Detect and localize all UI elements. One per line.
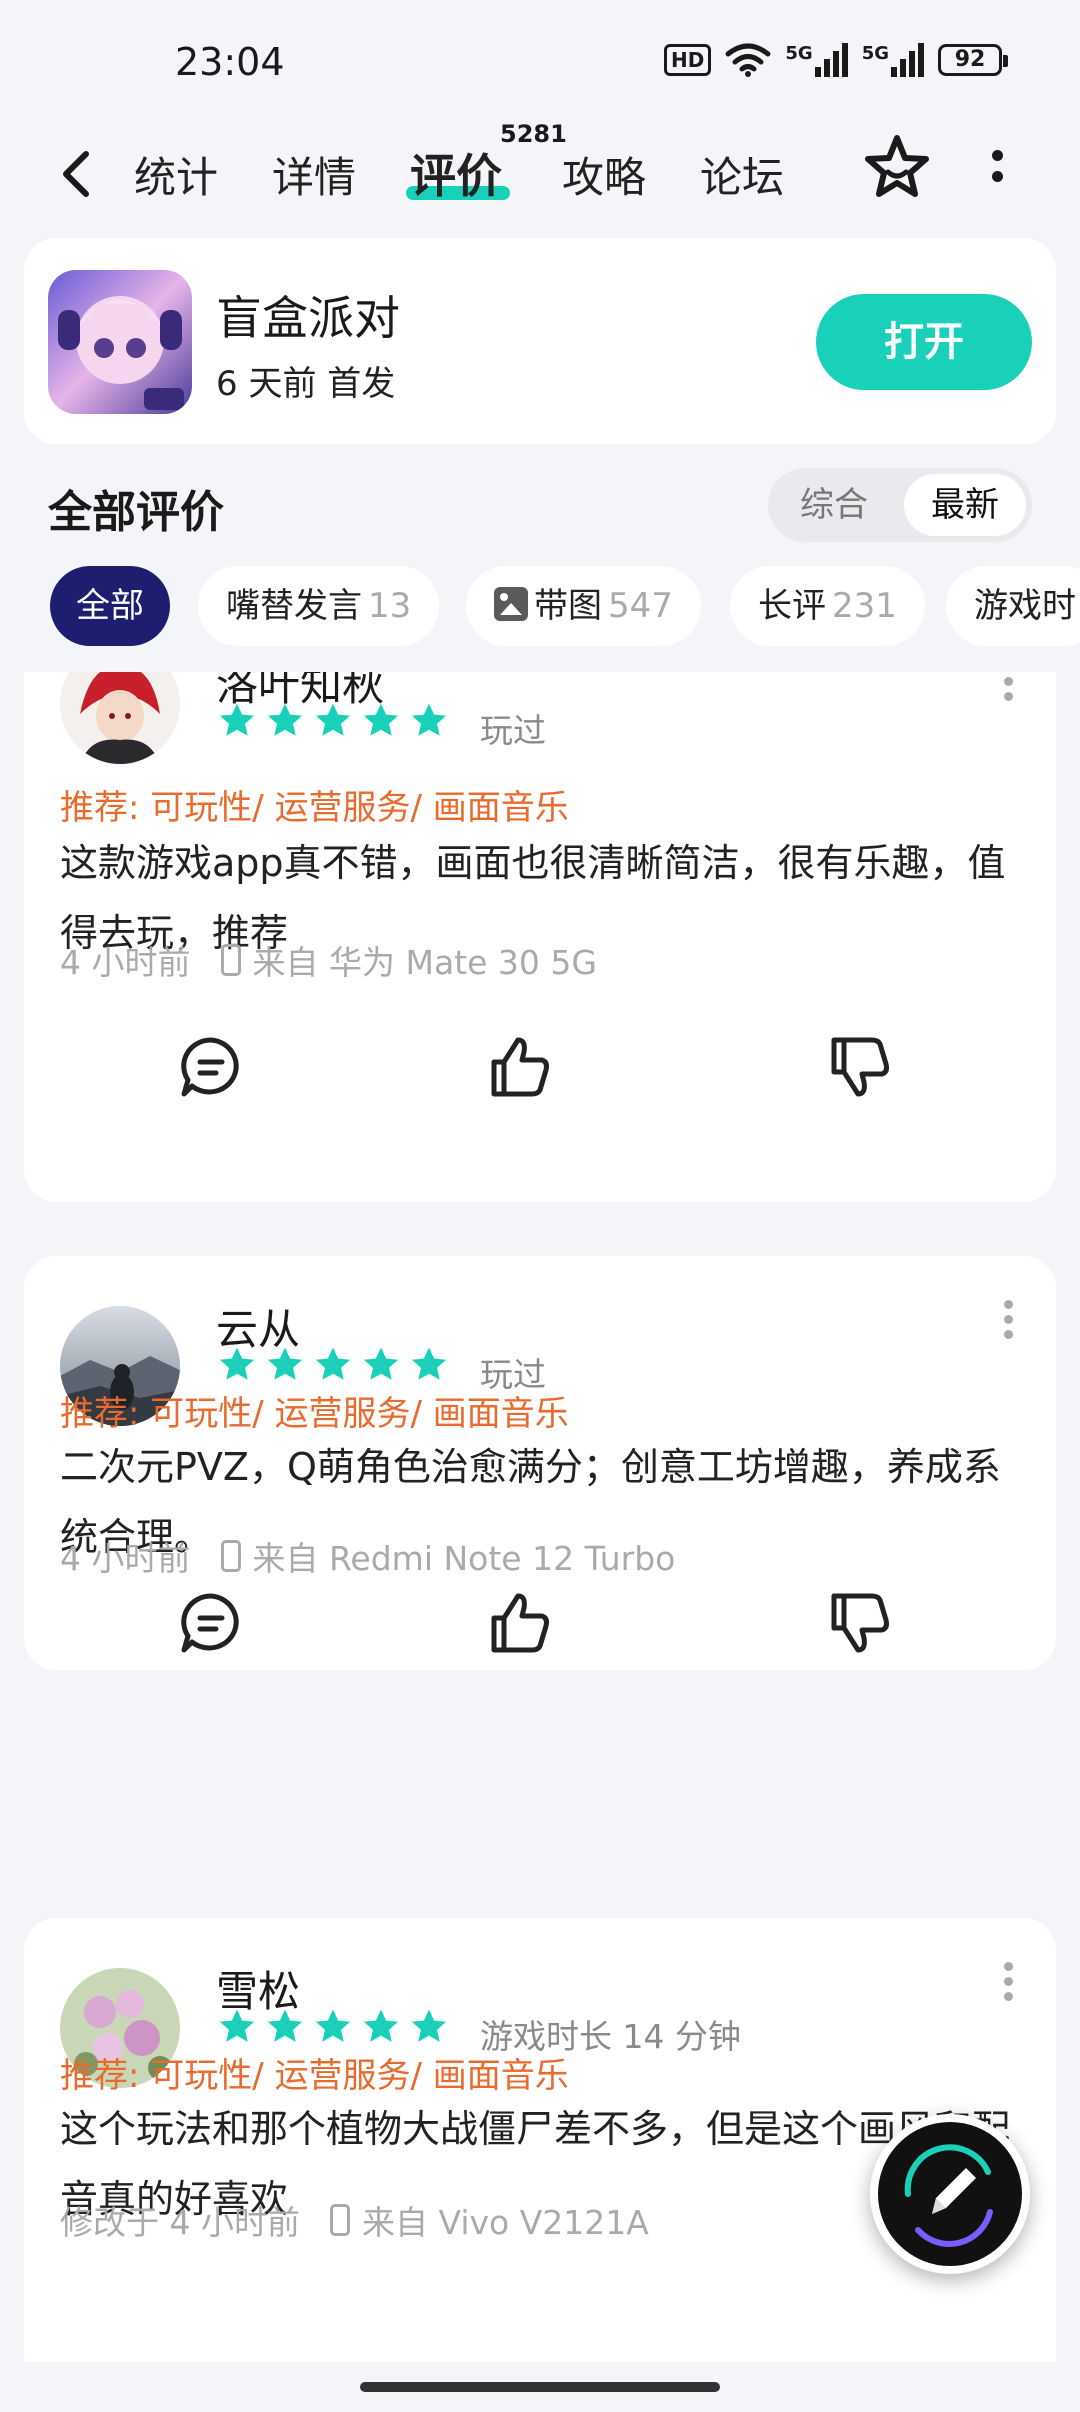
image-icon: [494, 587, 528, 621]
review-card: 云从 玩过 推荐: 可玩性/ 运营服务/ 画面音乐 二次元PVZ，Q萌角色治愈满…: [24, 1256, 1056, 1670]
tab-details[interactable]: 详情: [272, 144, 356, 205]
game-release-info: 6 天前 首发: [216, 364, 396, 404]
home-indicator[interactable]: [360, 2382, 720, 2392]
review-time: 4 小时前: [60, 1539, 191, 1578]
review-device: 来自 华为 Mate 30 5G: [252, 943, 597, 982]
avatar[interactable]: [60, 672, 180, 764]
tab-forum[interactable]: 论坛: [700, 144, 784, 205]
star-icon: [315, 703, 351, 736]
pencil-icon: [904, 2144, 993, 2247]
phone-icon: [220, 944, 241, 976]
sort-latest[interactable]: 最新: [904, 474, 1026, 536]
review-card: 洛叶知秋 玩过 推荐: 可玩性/ 运营服务/ 画面音乐 这款游戏app真不错，画…: [24, 672, 1056, 1202]
filter-chip-all[interactable]: 全部: [50, 566, 170, 646]
tab-stats[interactable]: 统计: [134, 144, 218, 205]
star-icon: [267, 2009, 303, 2042]
write-review-button[interactable]: [870, 2114, 1030, 2274]
star-icon: [363, 2009, 399, 2042]
star-icon: [363, 703, 399, 736]
battery-icon: 92: [938, 44, 1008, 76]
favorite-star-icon[interactable]: [862, 132, 932, 202]
back-arrow-icon[interactable]: [52, 144, 102, 204]
review-more-icon[interactable]: [1004, 1300, 1016, 1345]
section-title: 全部评价: [48, 487, 224, 538]
review-count-badge: 5281: [500, 120, 567, 148]
signal-1-icon: 5G: [785, 43, 848, 77]
review-actions: [24, 1032, 1056, 1102]
review-meta: 4 小时前 来自 华为 Mate 30 5G: [60, 936, 597, 984]
star-icon: [315, 1347, 351, 1380]
phone-icon: [220, 1540, 241, 1572]
review-time: 4 小时前: [60, 943, 191, 982]
review-device: 来自 Redmi Note 12 Turbo: [252, 1539, 676, 1578]
wifi-icon: [725, 43, 771, 77]
tab-reviews[interactable]: 评价: [410, 140, 502, 206]
rating-stars: [216, 700, 450, 742]
status-bar: 23:04 HD 5G 5G 92: [0, 0, 1080, 120]
game-icon[interactable]: [48, 270, 192, 414]
star-icon: [315, 2009, 351, 2042]
review-meta: 4 小时前 来自 Redmi Note 12 Turbo: [60, 1532, 675, 1580]
sort-comprehensive[interactable]: 综合: [778, 474, 890, 536]
phone-icon: [329, 2204, 350, 2236]
more-options-icon[interactable]: [985, 146, 1009, 196]
tab-guides[interactable]: 攻略: [562, 144, 646, 205]
star-icon: [411, 703, 447, 736]
recommend-tags: 推荐: 可玩性/ 运营服务/ 画面音乐: [60, 1394, 569, 1434]
review-actions: [24, 1588, 1056, 1658]
rating-stars: [216, 1344, 450, 1386]
filter-chips: 全部 嘴替发言 13 带图 547 长评 231 游戏时: [0, 566, 1080, 646]
game-name: 盲盒派对: [216, 291, 400, 345]
play-status: 玩过: [480, 711, 546, 750]
review-meta: 修改于 4 小时前 来自 Vivo V2121A: [60, 2196, 649, 2244]
game-header-card: 盲盒派对 6 天前 首发 打开: [24, 238, 1056, 444]
star-icon: [363, 1347, 399, 1380]
star-icon: [411, 1347, 447, 1380]
filter-chip-long[interactable]: 长评 231: [730, 566, 925, 646]
recommend-tags: 推荐: 可玩性/ 运营服务/ 画面音乐: [60, 2056, 569, 2096]
star-icon: [267, 1347, 303, 1380]
comment-icon[interactable]: [176, 1588, 246, 1658]
star-icon: [411, 2009, 447, 2042]
review-time: 修改于 4 小时前: [60, 2203, 300, 2242]
star-icon: [267, 703, 303, 736]
top-nav: 统计 详情 评价 5281 攻略 论坛: [0, 120, 1080, 230]
review-more-icon[interactable]: [1004, 672, 1016, 707]
rating-stars: [216, 2006, 450, 2048]
comment-icon[interactable]: [176, 1032, 246, 1102]
filter-chip-quotes[interactable]: 嘴替发言 13: [198, 566, 440, 646]
sort-toggle: 综合 最新: [768, 468, 1032, 542]
filter-chip-playtime[interactable]: 游戏时: [946, 566, 1080, 646]
filter-chip-images[interactable]: 带图 547: [466, 566, 701, 646]
star-icon: [219, 703, 255, 736]
star-icon: [219, 1347, 255, 1380]
status-icons: HD 5G 5G 92: [664, 42, 1008, 78]
review-feed[interactable]: 洛叶知秋 玩过 推荐: 可玩性/ 运营服务/ 画面音乐 这款游戏app真不错，画…: [0, 672, 1080, 2362]
review-more-icon[interactable]: [1004, 1962, 1016, 2007]
status-time: 23:04: [175, 40, 285, 84]
thumbs-down-icon[interactable]: [824, 1588, 894, 1658]
review-device: 来自 Vivo V2121A: [361, 2203, 649, 2242]
thumbs-up-icon[interactable]: [484, 1588, 554, 1658]
star-icon: [219, 2009, 255, 2042]
thumbs-up-icon[interactable]: [484, 1032, 554, 1102]
thumbs-down-icon[interactable]: [824, 1032, 894, 1102]
hd-icon: HD: [664, 44, 712, 76]
recommend-tags: 推荐: 可玩性/ 运营服务/ 画面音乐: [60, 788, 569, 828]
signal-2-icon: 5G: [862, 43, 924, 77]
open-game-button[interactable]: 打开: [816, 294, 1032, 390]
